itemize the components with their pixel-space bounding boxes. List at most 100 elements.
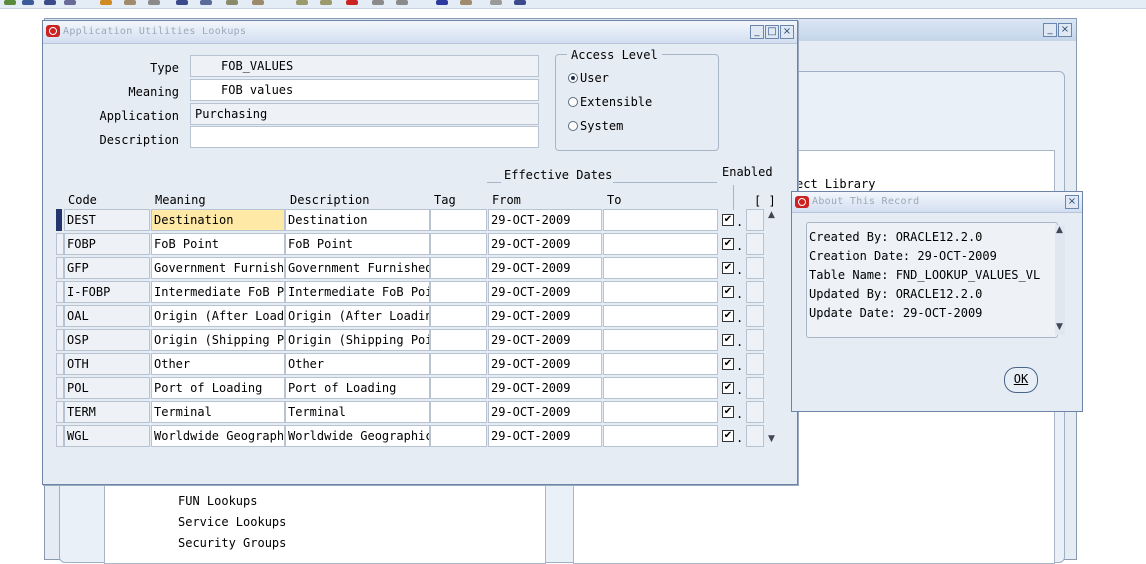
row-indicator[interactable] bbox=[56, 281, 64, 303]
enabled-checkbox[interactable]: ✔ bbox=[722, 430, 734, 442]
code-cell[interactable]: OSP bbox=[64, 329, 150, 351]
to-date-cell[interactable] bbox=[603, 329, 718, 351]
toolbar-icon[interactable] bbox=[396, 0, 408, 5]
from-date-cell[interactable]: 29-OCT-2009 bbox=[488, 209, 602, 231]
enabled-checkbox[interactable]: ✔ bbox=[722, 334, 734, 346]
enabled-checkbox[interactable]: ✔ bbox=[722, 406, 734, 418]
scroll-down-icon[interactable]: ▼ bbox=[768, 434, 775, 444]
description-cell[interactable]: Worldwide Geographic bbox=[285, 425, 430, 447]
description-cell[interactable]: Origin (Shipping Poi bbox=[285, 329, 430, 351]
description-field[interactable] bbox=[190, 126, 539, 148]
from-date-cell[interactable]: 29-OCT-2009 bbox=[488, 329, 602, 351]
descriptive-flexfield-cell[interactable] bbox=[746, 353, 764, 375]
to-date-cell[interactable] bbox=[603, 401, 718, 423]
from-date-cell[interactable]: 29-OCT-2009 bbox=[488, 401, 602, 423]
table-scrollbar[interactable]: ▲ ▼ bbox=[767, 210, 777, 448]
from-date-cell[interactable]: 29-OCT-2009 bbox=[488, 305, 602, 327]
to-date-cell[interactable] bbox=[603, 257, 718, 279]
enabled-checkbox[interactable]: ✔ bbox=[722, 310, 734, 322]
nav-item[interactable]: Security Groups bbox=[178, 536, 286, 550]
tag-cell[interactable] bbox=[430, 425, 487, 447]
type-field[interactable]: FOB_VALUES bbox=[190, 55, 539, 77]
description-cell[interactable]: Other bbox=[285, 353, 430, 375]
about-scrollbar[interactable]: ▲ ▼ bbox=[1055, 225, 1065, 335]
tag-cell[interactable] bbox=[430, 281, 487, 303]
toolbar-icon[interactable] bbox=[4, 0, 16, 5]
code-cell[interactable]: DEST bbox=[64, 209, 150, 231]
meaning-cell[interactable]: Terminal bbox=[151, 401, 285, 423]
meaning-cell[interactable]: Destination bbox=[151, 209, 285, 231]
to-date-cell[interactable] bbox=[603, 281, 718, 303]
radio-icon[interactable] bbox=[568, 120, 578, 131]
close-icon[interactable]: × bbox=[780, 25, 794, 39]
toolbar-icon[interactable] bbox=[176, 0, 188, 5]
meaning-cell[interactable]: Intermediate FoB Po bbox=[151, 281, 285, 303]
row-indicator[interactable] bbox=[56, 425, 64, 447]
to-date-cell[interactable] bbox=[603, 305, 718, 327]
enabled-checkbox[interactable]: ✔ bbox=[722, 238, 734, 250]
toolbar-icon[interactable] bbox=[490, 0, 502, 5]
folder-bracket[interactable]: [ ] bbox=[754, 194, 776, 208]
to-date-cell[interactable] bbox=[603, 353, 718, 375]
maximize-icon[interactable]: □ bbox=[765, 25, 779, 39]
descriptive-flexfield-cell[interactable] bbox=[746, 257, 764, 279]
tag-cell[interactable] bbox=[430, 305, 487, 327]
descriptive-flexfield-cell[interactable] bbox=[746, 233, 764, 255]
row-indicator[interactable] bbox=[56, 305, 64, 327]
meaning-cell[interactable]: Other bbox=[151, 353, 285, 375]
descriptive-flexfield-cell[interactable] bbox=[746, 305, 764, 327]
enabled-checkbox[interactable]: ✔ bbox=[722, 286, 734, 298]
description-cell[interactable]: Intermediate FoB Poi bbox=[285, 281, 430, 303]
from-date-cell[interactable]: 29-OCT-2009 bbox=[488, 281, 602, 303]
radio-user[interactable]: User bbox=[568, 71, 609, 85]
description-cell[interactable]: Port of Loading bbox=[285, 377, 430, 399]
nav-item[interactable]: Service Lookups bbox=[178, 515, 286, 529]
description-cell[interactable]: Government Furnished bbox=[285, 257, 430, 279]
tag-cell[interactable] bbox=[430, 329, 487, 351]
scroll-up-icon[interactable]: ▲ bbox=[1056, 225, 1063, 235]
toolbar-icon[interactable] bbox=[148, 0, 160, 5]
descriptive-flexfield-cell[interactable] bbox=[746, 401, 764, 423]
help-icon[interactable] bbox=[514, 0, 526, 5]
code-cell[interactable]: FOBP bbox=[64, 233, 150, 255]
code-cell[interactable]: WGL bbox=[64, 425, 150, 447]
toolbar-icon[interactable] bbox=[460, 0, 472, 5]
toolbar-icon[interactable] bbox=[436, 0, 448, 5]
meaning-cell[interactable]: Government Furnishe bbox=[151, 257, 285, 279]
toolbar-icon[interactable] bbox=[22, 0, 34, 5]
from-date-cell[interactable]: 29-OCT-2009 bbox=[488, 353, 602, 375]
descriptive-flexfield-cell[interactable] bbox=[746, 281, 764, 303]
from-date-cell[interactable]: 29-OCT-2009 bbox=[488, 233, 602, 255]
from-date-cell[interactable]: 29-OCT-2009 bbox=[488, 425, 602, 447]
close-icon[interactable]: × bbox=[1065, 195, 1079, 209]
code-cell[interactable]: POL bbox=[64, 377, 150, 399]
enabled-checkbox[interactable]: ✔ bbox=[722, 214, 734, 226]
to-date-cell[interactable] bbox=[603, 425, 718, 447]
tag-cell[interactable] bbox=[430, 401, 487, 423]
descriptive-flexfield-cell[interactable] bbox=[746, 377, 764, 399]
tag-cell[interactable] bbox=[430, 233, 487, 255]
to-date-cell[interactable] bbox=[603, 377, 718, 399]
row-indicator[interactable] bbox=[56, 401, 64, 423]
radio-system[interactable]: System bbox=[568, 119, 623, 133]
row-indicator[interactable] bbox=[56, 353, 64, 375]
minimize-icon[interactable]: _ bbox=[750, 25, 764, 39]
tag-cell[interactable] bbox=[430, 209, 487, 231]
to-date-cell[interactable] bbox=[603, 209, 718, 231]
code-cell[interactable]: TERM bbox=[64, 401, 150, 423]
toolbar-icon[interactable] bbox=[226, 0, 238, 5]
enabled-checkbox[interactable]: ✔ bbox=[722, 382, 734, 394]
toolbar-icon[interactable] bbox=[100, 0, 112, 5]
row-indicator[interactable] bbox=[56, 257, 64, 279]
radio-selected-icon[interactable] bbox=[568, 72, 578, 83]
scroll-up-icon[interactable]: ▲ bbox=[768, 210, 775, 220]
meaning-cell[interactable]: Origin (Shipping Po bbox=[151, 329, 285, 351]
code-cell[interactable]: I-FOBP bbox=[64, 281, 150, 303]
radio-extensible[interactable]: Extensible bbox=[568, 95, 652, 109]
meaning-cell[interactable]: Worldwide Geographi bbox=[151, 425, 285, 447]
from-date-cell[interactable]: 29-OCT-2009 bbox=[488, 377, 602, 399]
minimize-icon[interactable]: _ bbox=[1043, 23, 1057, 37]
descriptive-flexfield-cell[interactable] bbox=[746, 209, 764, 231]
toolbar-icon[interactable] bbox=[44, 0, 56, 5]
descriptive-flexfield-cell[interactable] bbox=[746, 329, 764, 351]
